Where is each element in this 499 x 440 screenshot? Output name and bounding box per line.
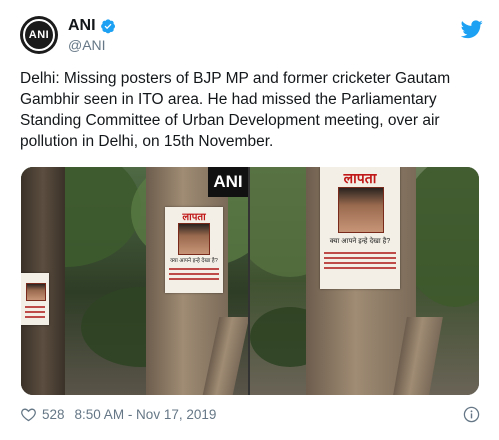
tweet-text: Delhi: Missing posters of BJP MP and for… — [20, 70, 451, 150]
poster-text-lines — [25, 303, 45, 321]
account-names: ANI @ANI — [68, 17, 116, 53]
missing-poster-left: लापता क्या आपने इन्हे देखा है? — [165, 207, 223, 293]
twitter-bird-icon[interactable] — [461, 18, 483, 40]
poster-text-lines — [169, 265, 219, 283]
missing-poster-small — [21, 273, 49, 325]
tweet-timestamp[interactable]: 8:50 AM - Nov 17, 2019 — [75, 407, 217, 422]
heart-icon — [21, 408, 36, 421]
display-name[interactable]: ANI — [68, 17, 96, 35]
media-photo-left[interactable]: लापता क्या आपने इन्हे देखा है? ANI — [21, 167, 248, 395]
poster-title: लापता — [343, 170, 377, 186]
poster-title: लापता — [182, 212, 206, 223]
ani-watermark: ANI — [208, 167, 248, 197]
tweet-footer: 528 8:50 AM - Nov 17, 2019 — [20, 404, 480, 424]
like-button[interactable]: 528 — [20, 406, 65, 423]
tweet-media[interactable]: लापता क्या आपने इन्हे देखा है? ANI लापता… — [21, 167, 479, 395]
poster-photo — [26, 283, 46, 301]
tweet-header: ANI ANI @ANI — [20, 14, 485, 58]
verified-badge-icon — [100, 19, 115, 34]
missing-poster-right: लापता क्या आपने इन्हे देखा है? — [320, 167, 400, 289]
poster-photo — [338, 187, 384, 233]
poster-subtitle: क्या आपने इन्हे देखा है? — [170, 258, 218, 264]
poster-text-lines — [324, 249, 396, 272]
poster-photo — [178, 223, 210, 255]
poster-subtitle: क्या आपने इन्हे देखा है? — [329, 238, 391, 245]
info-icon[interactable] — [463, 406, 480, 423]
display-name-row[interactable]: ANI — [68, 17, 116, 35]
media-photo-right[interactable]: लापता क्या आपने इन्हे देखा है? — [250, 167, 479, 395]
avatar-ring — [23, 19, 55, 51]
like-count: 528 — [42, 406, 65, 422]
avatar[interactable]: ANI — [20, 16, 58, 54]
tweet-card: ANI ANI @ANI Delhi: Missing posters of B… — [0, 0, 499, 440]
account-handle[interactable]: @ANI — [68, 37, 116, 53]
